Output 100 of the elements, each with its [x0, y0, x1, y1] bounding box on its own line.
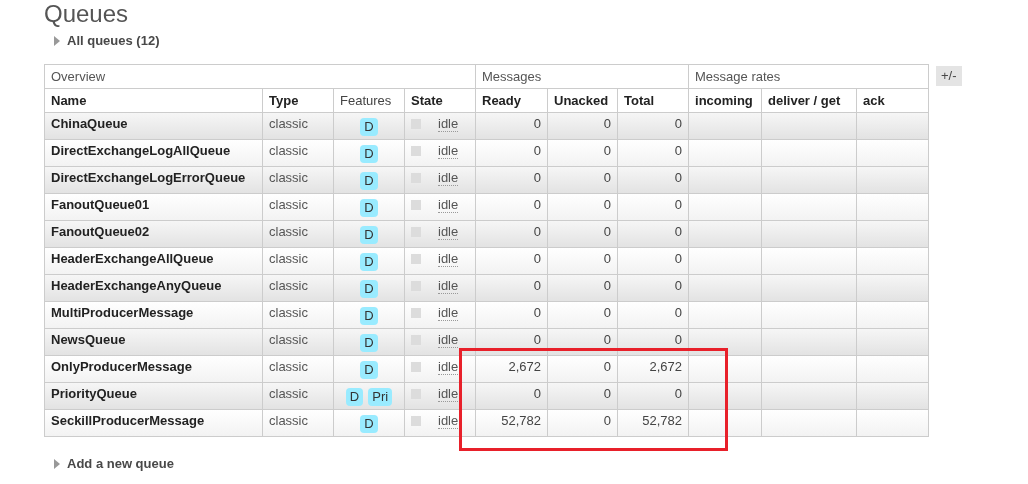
table-cell: classic — [262, 166, 334, 194]
feature-badge: D — [360, 334, 378, 352]
table-cell: classic — [262, 112, 334, 140]
state-label: idle — [438, 251, 459, 267]
table-cell: classic — [262, 328, 334, 356]
table-cell: classic — [262, 220, 334, 248]
state-label: idle — [438, 116, 459, 132]
state-label: idle — [438, 386, 459, 402]
table-cell: 0 — [547, 112, 618, 140]
section-toggle[interactable]: All queues (12) — [67, 31, 160, 51]
state-label: idle — [438, 197, 459, 213]
queue-name-link[interactable]: PriorityQueue — [44, 382, 263, 410]
state-label: idle — [438, 305, 459, 321]
columns-toggle-button[interactable]: +/- — [936, 66, 962, 86]
feature-badge: Pri — [368, 388, 393, 406]
column-header: ack — [856, 88, 929, 113]
column-group-header: Messages — [475, 64, 689, 89]
table-cell: 0 — [547, 166, 618, 194]
column-header: State — [404, 88, 476, 113]
state-label: idle — [438, 359, 459, 375]
table-cell: 0 — [475, 382, 548, 410]
table-cell: 0 — [547, 301, 618, 329]
table-cell: 0 — [475, 166, 548, 194]
column-header: Ready — [475, 88, 548, 113]
state-label: idle — [438, 278, 459, 294]
table-cell: 0 — [475, 247, 548, 275]
queue-name-link[interactable]: HeaderExchangeAnyQueue — [44, 274, 263, 302]
table-cell: 0 — [475, 220, 548, 248]
state-label: idle — [438, 224, 459, 240]
expand-icon[interactable] — [54, 458, 60, 469]
table-cell: 0 — [617, 139, 689, 167]
column-header: Type — [262, 88, 334, 113]
queue-name-link[interactable]: FanoutQueue02 — [44, 220, 263, 248]
feature-badge: D — [360, 199, 378, 217]
table-cell: 0 — [617, 247, 689, 275]
table-cell: 0 — [475, 328, 548, 356]
table-cell: 0 — [547, 139, 618, 167]
column-header: Total — [617, 88, 689, 113]
state-indicator-icon — [411, 146, 421, 156]
queue-name-link[interactable]: NewsQueue — [44, 328, 263, 356]
queue-name-link[interactable]: DirectExchangeLogErrorQueue — [44, 166, 263, 194]
table-cell: 0 — [547, 247, 618, 275]
table-cell: 0 — [617, 220, 689, 248]
column-group-header: Message rates — [688, 64, 929, 89]
feature-badge: D — [360, 145, 378, 163]
table-cell: 0 — [617, 112, 689, 140]
column-header: Unacked — [547, 88, 618, 113]
table-cell: 0 — [547, 382, 618, 410]
state-indicator-icon — [411, 200, 421, 210]
column-header: incoming — [688, 88, 762, 113]
table-cell: classic — [262, 139, 334, 167]
queue-name-link[interactable]: ChinaQueue — [44, 112, 263, 140]
table-cell: 0 — [617, 301, 689, 329]
state-indicator-icon — [411, 254, 421, 264]
table-cell: 0 — [547, 328, 618, 356]
table-cell: 0 — [547, 409, 618, 437]
queue-name-link[interactable]: HeaderExchangeAllQueue — [44, 247, 263, 275]
column-header: deliver / get — [761, 88, 857, 113]
state-label: idle — [438, 332, 459, 348]
table-cell: 0 — [547, 220, 618, 248]
column-header: Name — [44, 88, 263, 113]
state-indicator-icon — [411, 416, 421, 426]
queue-name-link[interactable]: FanoutQueue01 — [44, 193, 263, 221]
table-cell: classic — [262, 355, 334, 383]
table-cell: 0 — [617, 166, 689, 194]
table-cell: classic — [262, 301, 334, 329]
feature-badge: D — [360, 253, 378, 271]
column-header: Features — [333, 88, 405, 113]
table-cell: 52,782 — [475, 409, 548, 437]
expand-icon[interactable] — [54, 35, 60, 46]
state-label: idle — [438, 143, 459, 159]
feature-badge: D — [345, 388, 364, 406]
feature-badge: D — [360, 172, 378, 190]
page-title: Queues — [44, 0, 129, 28]
feature-badge: D — [360, 307, 378, 325]
table-cell: 0 — [547, 355, 618, 383]
state-label: idle — [438, 170, 459, 186]
table-cell: classic — [262, 382, 334, 410]
queue-name-link[interactable]: MultiProducerMessage — [44, 301, 263, 329]
table-cell: 0 — [547, 274, 618, 302]
queue-name-link[interactable]: OnlyProducerMessage — [44, 355, 263, 383]
feature-badge: D — [360, 361, 378, 379]
feature-badge: D — [360, 118, 378, 136]
table-cell: classic — [262, 247, 334, 275]
table-cell: classic — [262, 193, 334, 221]
table-cell: 0 — [475, 193, 548, 221]
feature-badge: D — [360, 280, 378, 298]
table-cell: 0 — [617, 274, 689, 302]
table-cell: 0 — [617, 382, 689, 410]
section-toggle[interactable]: Add a new queue — [67, 454, 174, 474]
table-cell: 0 — [617, 193, 689, 221]
feature-badge: D — [360, 415, 378, 433]
table-cell: 2,672 — [475, 355, 548, 383]
state-label: idle — [438, 413, 459, 429]
table-cell: 0 — [475, 112, 548, 140]
queue-name-link[interactable]: SeckillProducerMessage — [44, 409, 263, 437]
table-cell: classic — [262, 274, 334, 302]
queue-name-link[interactable]: DirectExchangeLogAllQueue — [44, 139, 263, 167]
table-cell: 52,782 — [617, 409, 689, 437]
state-indicator-icon — [411, 362, 421, 372]
